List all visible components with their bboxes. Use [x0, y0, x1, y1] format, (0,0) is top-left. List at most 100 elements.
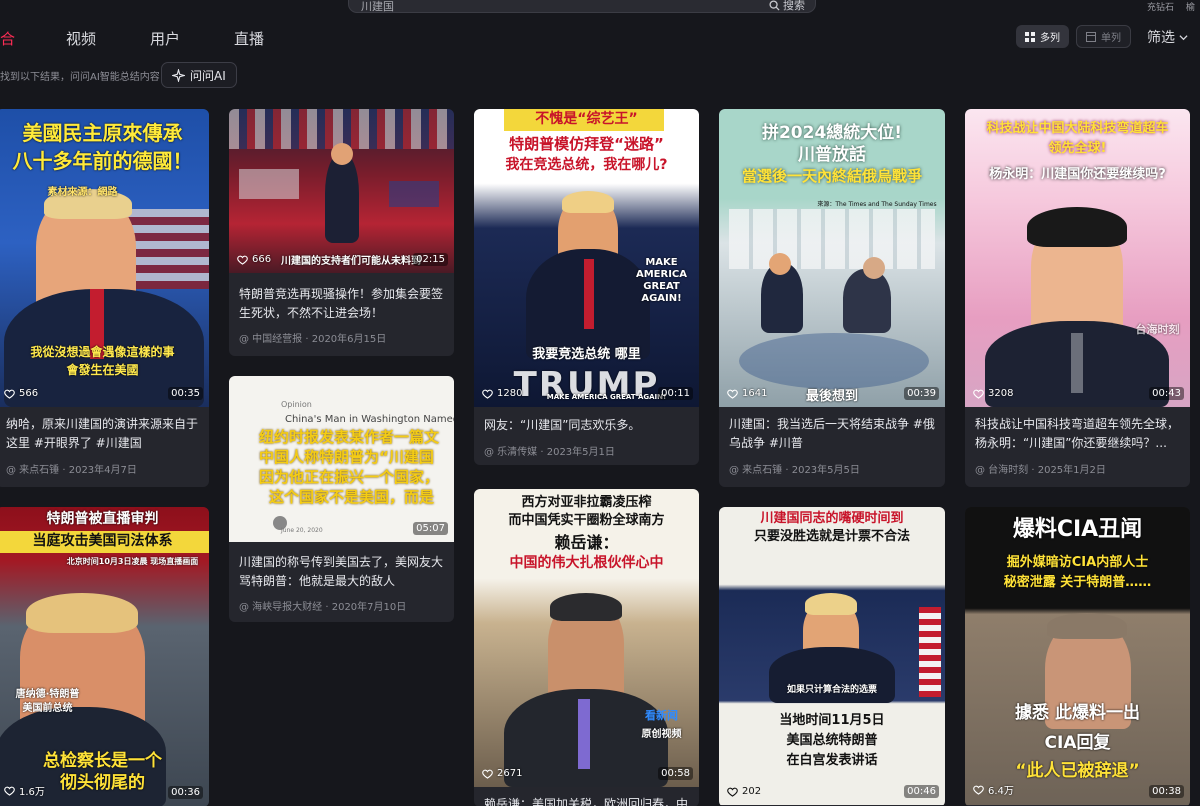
filter-button[interactable]: 筛选: [1147, 27, 1188, 47]
video-card[interactable]: 不愧是“综艺王” 特朗普模仿拜登“迷路” 我在竞选总统，我在哪儿? MAKE A…: [474, 109, 699, 465]
video-author-date[interactable]: @ 来点石锤 · 2023年4月7日: [6, 461, 137, 476]
video-duration: 05:07: [413, 522, 448, 535]
tab-live[interactable]: 直播: [234, 28, 264, 49]
video-thumbnail[interactable]: 拼2024總統大位! 川普放話 當選後一天內終結俄烏戰爭 來源：The Time…: [719, 109, 945, 407]
like-count: 2671: [482, 768, 522, 779]
tab-all[interactable]: 合: [0, 28, 15, 49]
video-thumbnail[interactable]: 川建国同志的嘴硬时间到 只要没胜选就是计票不合法 如果只计算合法的选票 当地时间…: [719, 507, 945, 805]
video-title[interactable]: 纳哈，原来川建国的演讲来源来自于这里 #开眼界了 #川建国: [6, 415, 201, 453]
thumbnail-caption: 八十多年前的德國！: [12, 149, 193, 173]
like-count: 3208: [973, 388, 1013, 399]
search-input[interactable]: 川建国: [361, 0, 394, 14]
thumbnail-caption: 当庭攻击美国司法体系: [32, 533, 173, 549]
video-title[interactable]: 科技战让中国科技弯道超车领先全球，杨永明：“川建国”你还要继续吗？...: [975, 415, 1182, 453]
video-card[interactable]: 美國民主原來傳承 八十多年前的德國！ 素材來源：網路 我從沒想過會遇像這樣的事 …: [0, 109, 209, 487]
thumbnail-caption: 素材來源：網路: [47, 187, 118, 198]
thumbnail-caption: 杨永明：川建国你还要继续吗?: [989, 167, 1166, 182]
search-button[interactable]: 搜索: [769, 0, 805, 13]
recharge-link[interactable]: 充钻石: [1147, 0, 1174, 13]
thumbnail-caption: 总检察长是一个: [43, 751, 162, 771]
thumbnail-caption: 唐纳德·特朗普: [15, 689, 80, 700]
ai-hint-text: 找到以下结果，问问AI智能总结内容: [0, 72, 160, 83]
thumbnail-caption: 秘密泄露 关于特朗普……: [1003, 575, 1152, 590]
thumbnail-caption: 原创视频: [641, 729, 682, 740]
video-thumbnail[interactable]: 美國民主原來傳承 八十多年前的德國！ 素材來源：網路 我從沒想過會遇像這樣的事 …: [0, 109, 209, 407]
thumbnail-caption: 來源：The Times and The Sunday Times: [817, 201, 937, 208]
thumbnail-caption: 據悉 此爆料一出: [1015, 703, 1140, 723]
thumbnail-caption: 我要竞选总统 哪里: [532, 347, 641, 362]
video-card[interactable]: 科技战让中国大陆科技弯道超车 领先全球! 杨永明：川建国你还要继续吗? 台海时刻…: [965, 109, 1190, 487]
video-thumbnail[interactable]: 科技战让中国大陆科技弯道超车 领先全球! 杨永明：川建国你还要继续吗? 台海时刻…: [965, 109, 1190, 407]
chevron-down-icon: [1179, 34, 1188, 40]
thumbnail-caption: China's Man in Washington Named...: [285, 414, 454, 425]
video-title[interactable]: 川建国的称号传到美国去了，美网友大骂特朗普：他就是最大的敌人: [239, 553, 446, 591]
video-thumbnail[interactable]: Opinion China's Man in Washington Named.…: [229, 376, 454, 542]
thumbnail-caption: “此人已被辞退”: [1015, 761, 1140, 781]
video-title[interactable]: 川建国：我当选后一天将结束战争 #俄乌战争 #川普: [729, 415, 937, 453]
thumbnail-caption: 當選後一天內終結俄烏戰爭: [741, 167, 922, 185]
search-box[interactable]: 川建国 搜索: [348, 0, 816, 13]
video-author-date[interactable]: @ 来点石锤 · 2023年5月5日: [729, 461, 860, 476]
thumbnail-caption: 中国人称特朗普为“川建国: [259, 448, 434, 466]
video-duration: 02:15: [413, 253, 448, 266]
video-card[interactable]: 川建国的支持者们可能从未料到 666 02:15 特朗普竞选再现骚操作！参加集会…: [229, 109, 454, 356]
thumbnail-caption: 中国的伟大扎根伙伴心中: [509, 555, 664, 571]
thumbnail-caption: 我在竞选总统，我在哪儿?: [505, 157, 668, 173]
video-title[interactable]: 赖岳谦：美国加关税，欧洲回归春，中: [484, 795, 691, 806]
like-count: 1641: [727, 388, 767, 399]
like-count: 1.6万: [4, 783, 45, 798]
video-duration: 00:35: [168, 387, 203, 400]
search-button-label: 搜索: [783, 0, 805, 12]
heart-icon: [4, 786, 15, 796]
video-author-date[interactable]: @ 海峡导报大财经 · 2020年7月10日: [239, 598, 406, 613]
video-card[interactable]: 拼2024總統大位! 川普放話 當選後一天內終結俄烏戰爭 來源：The Time…: [719, 109, 945, 487]
video-thumbnail[interactable]: 特朗普被直播审判 当庭攻击美国司法体系 北京时间10月3日凌晨 现场直播画面 唐…: [0, 507, 209, 806]
filter-label: 筛选: [1147, 30, 1175, 46]
thumbnail-caption: 看新闻: [645, 709, 678, 722]
video-title[interactable]: 网友：“川建国”同志欢乐多。: [484, 416, 691, 435]
thumbnail-caption: 川建国同志的嘴硬时间到: [760, 511, 904, 526]
thumbnail-caption: Opinion: [281, 400, 312, 409]
view-single-column-button[interactable]: 单列: [1076, 25, 1131, 48]
video-card[interactable]: 西方对亚非拉霸凌压榨 而中国凭实干圈粉全球南方 赖岳谦： 中国的伟大扎根伙伴心中…: [474, 489, 699, 806]
thumbnail-caption: 特朗普被直播审判: [46, 511, 159, 527]
video-card[interactable]: 川建国同志的嘴硬时间到 只要没胜选就是计票不合法 如果只计算合法的选票 当地时间…: [719, 507, 945, 806]
thumbnail-caption: 拼2024總統大位!: [761, 123, 903, 143]
video-thumbnail[interactable]: 爆料CIA丑闻 掘外媒暗访CIA内部人士 秘密泄露 关于特朗普…… 據悉 此爆料…: [965, 507, 1190, 805]
video-title[interactable]: 特朗普竞选再现骚操作！参加集会要签生死状，不然不让进会场！: [239, 285, 446, 323]
thumbnail-caption: MAKE AMERICA GREAT AGAIN!: [635, 257, 688, 304]
video-author-date[interactable]: @ 乐清传媒 · 2023年5月1日: [484, 443, 615, 458]
thumbnail-caption: 而中国凭实干圈粉全球南方: [508, 513, 665, 528]
video-card[interactable]: 爆料CIA丑闻 掘外媒暗访CIA内部人士 秘密泄露 关于特朗普…… 據悉 此爆料…: [965, 507, 1190, 806]
video-author-date[interactable]: @ 台海时刻 · 2025年1月2日: [975, 461, 1106, 476]
video-author-date[interactable]: @ 中国经营报 · 2020年6月15日: [239, 330, 386, 345]
single-column-icon: [1086, 31, 1096, 42]
video-thumbnail[interactable]: 川建国的支持者们可能从未料到 666 02:15: [229, 109, 454, 273]
video-card[interactable]: Opinion China's Man in Washington Named.…: [229, 376, 454, 622]
search-icon: [769, 0, 780, 11]
thumbnail-caption: 因为他正在振兴一个国家，: [259, 468, 440, 486]
tab-video[interactable]: 视频: [66, 28, 96, 49]
thumbnail-caption: 赖岳谦：: [554, 533, 619, 552]
ai-sparkle-icon: [172, 68, 185, 82]
thumbnail-caption: 科技战让中国大陆科技弯道超车: [986, 121, 1169, 136]
video-thumbnail[interactable]: 不愧是“综艺王” 特朗普模仿拜登“迷路” 我在竞选总统，我在哪儿? MAKE A…: [474, 109, 699, 407]
thumbnail-caption: 特朗普模仿拜登“迷路”: [509, 135, 664, 153]
heart-icon: [727, 389, 738, 399]
like-count: 6.4万: [973, 782, 1014, 797]
like-count: 202: [727, 786, 761, 797]
video-duration: 00:39: [904, 387, 939, 400]
tab-users[interactable]: 用户: [150, 28, 180, 49]
thumbnail-caption: 在白宫发表讲话: [786, 753, 878, 768]
heart-icon: [482, 389, 493, 399]
thumbnail-caption: 川普放話: [798, 145, 866, 165]
view-multi-column-button[interactable]: 多列: [1016, 25, 1069, 48]
thumbnail-caption: 台海时刻: [1135, 323, 1180, 336]
thumbnail-caption: 我從沒想過會遇像這樣的事: [30, 345, 175, 359]
video-duration: 00:43: [1149, 387, 1184, 400]
corner-link[interactable]: 榆: [1186, 0, 1195, 13]
video-thumbnail[interactable]: 西方对亚非拉霸凌压榨 而中国凭实干圈粉全球南方 赖岳谦： 中国的伟大扎根伙伴心中…: [474, 489, 699, 787]
video-card[interactable]: 特朗普被直播审判 当庭攻击美国司法体系 北京时间10月3日凌晨 现场直播画面 唐…: [0, 507, 209, 806]
ask-ai-button[interactable]: 问问AI: [161, 62, 237, 88]
heart-icon: [237, 255, 248, 265]
